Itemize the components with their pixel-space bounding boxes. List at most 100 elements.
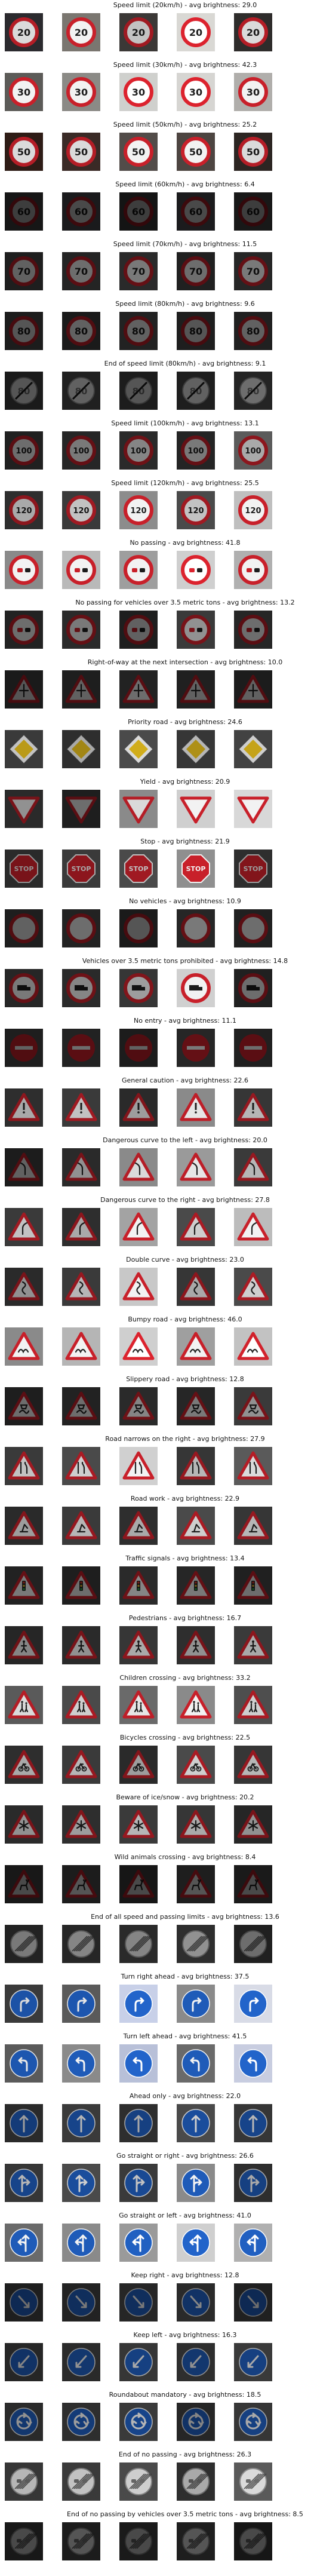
sample-image: 30 — [119, 73, 158, 111]
traffic-sign-thumbnail — [234, 670, 272, 709]
class-title: Speed limit (70km/h) - avg brightness: 1… — [113, 240, 257, 248]
sample-image — [234, 2522, 272, 2560]
traffic-sign-thumbnail — [5, 551, 43, 589]
sample-image — [5, 1805, 43, 1844]
traffic-sign-thumbnail: 20 — [234, 13, 272, 51]
traffic-sign-thumbnail — [119, 2462, 158, 2501]
traffic-sign-thumbnail — [177, 1626, 215, 1664]
sample-image: 20 — [177, 13, 215, 51]
traffic-sign-thumbnail — [234, 1925, 272, 1963]
traffic-sign-thumbnail — [5, 1985, 43, 2023]
sample-image — [62, 1925, 100, 1963]
traffic-sign-thumbnail: 60 — [5, 192, 43, 231]
svg-text:STOP: STOP — [14, 865, 34, 873]
traffic-sign-thumbnail: 50 — [62, 133, 100, 171]
sample-image — [177, 1387, 215, 1425]
sample-image — [177, 1148, 215, 1186]
traffic-sign-thumbnail — [119, 2224, 158, 2262]
traffic-sign-thumbnail: 80 — [5, 312, 43, 350]
traffic-sign-thumbnail — [62, 2283, 100, 2322]
sample-image — [5, 1626, 43, 1664]
svg-text:30: 30 — [17, 87, 30, 98]
svg-text:50: 50 — [189, 146, 202, 158]
sample-image — [119, 551, 158, 589]
traffic-sign-thumbnail: 50 — [5, 133, 43, 171]
sample-image — [119, 1865, 158, 1903]
sample-image — [62, 2044, 100, 2083]
traffic-sign-thumbnail — [119, 2522, 158, 2560]
traffic-sign-thumbnail — [177, 2044, 215, 2083]
sample-image — [119, 2403, 158, 2441]
traffic-sign-thumbnail — [119, 790, 158, 828]
svg-text:20: 20 — [17, 27, 30, 38]
sample-image — [5, 790, 43, 828]
traffic-sign-thumbnail — [177, 1268, 215, 1306]
traffic-sign-thumbnail — [5, 969, 43, 1007]
sample-image — [5, 2224, 43, 2262]
traffic-sign-thumbnail: 50 — [119, 133, 158, 171]
svg-text:80: 80 — [247, 326, 260, 337]
traffic-sign-thumbnail: 70 — [234, 252, 272, 290]
class-title: Pedestrians - avg brightness: 16.7 — [128, 1614, 242, 1622]
class-row: Speed limit (60km/h) - avg brightness: 6… — [0, 179, 314, 239]
traffic-sign-thumbnail — [234, 730, 272, 768]
sample-image — [177, 1447, 215, 1485]
traffic-sign-thumbnail — [177, 1148, 215, 1186]
sample-image — [62, 670, 100, 709]
traffic-sign-thumbnail — [5, 1865, 43, 1903]
sample-image — [119, 969, 158, 1007]
traffic-sign-thumbnail — [5, 790, 43, 828]
traffic-sign-thumbnail — [177, 1686, 215, 1724]
class-title: Children crossing - avg brightness: 33.2 — [119, 1674, 251, 1682]
traffic-sign-thumbnail: 60 — [234, 192, 272, 231]
sample-image: 20 — [119, 13, 158, 51]
sample-image: 70 — [119, 252, 158, 290]
sample-image — [5, 1447, 43, 1485]
sample-image — [234, 2164, 272, 2202]
traffic-sign-thumbnail — [234, 1029, 272, 1067]
sample-image: 60 — [5, 192, 43, 231]
traffic-sign-thumbnail — [177, 2104, 215, 2142]
traffic-sign-thumbnail — [5, 2403, 43, 2441]
traffic-sign-thumbnail — [177, 2224, 215, 2262]
traffic-sign-thumbnail — [5, 1327, 43, 1366]
sample-image — [62, 1447, 100, 1485]
traffic-sign-thumbnail — [5, 2283, 43, 2322]
sample-image — [177, 1746, 215, 1784]
traffic-sign-thumbnail — [62, 1268, 100, 1306]
svg-text:60: 60 — [132, 206, 145, 217]
sample-image: STOP — [177, 850, 215, 888]
traffic-sign-thumbnail: 80 — [119, 312, 158, 350]
traffic-sign-thumbnail — [234, 2044, 272, 2083]
sample-image — [177, 2044, 215, 2083]
traffic-sign-thumbnail — [177, 2462, 215, 2501]
class-row: No entry - avg brightness: 11.1 — [0, 1016, 314, 1075]
sample-image — [177, 2403, 215, 2441]
class-row: Ahead only - avg brightness: 22.0 — [0, 2091, 314, 2151]
svg-text:30: 30 — [247, 87, 260, 98]
class-title: Speed limit (80km/h) - avg brightness: 9… — [115, 300, 255, 308]
sample-image: 70 — [177, 252, 215, 290]
traffic-sign-thumbnail: 100 — [119, 431, 158, 470]
sample-image — [119, 1268, 158, 1306]
class-row: Go straight or left - avg brightness: 41… — [0, 2210, 314, 2270]
traffic-sign-thumbnail: STOP — [62, 850, 100, 888]
sample-image — [234, 2104, 272, 2142]
sample-image — [177, 790, 215, 828]
traffic-sign-thumbnail — [62, 670, 100, 709]
class-row: Turn left ahead - avg brightness: 41.5 — [0, 2031, 314, 2091]
traffic-sign-thumbnail: 30 — [5, 73, 43, 111]
sample-image — [177, 2462, 215, 2501]
sample-image — [119, 1447, 158, 1485]
sample-image — [119, 1148, 158, 1186]
sample-image — [119, 2522, 158, 2560]
svg-text:50: 50 — [247, 146, 260, 158]
traffic-sign-thumbnail — [119, 2104, 158, 2142]
sample-image — [62, 1148, 100, 1186]
class-row: Children crossing - avg brightness: 33.2 — [0, 1673, 314, 1732]
sample-image — [5, 1208, 43, 1246]
sample-image — [119, 1985, 158, 2023]
sample-image — [234, 1148, 272, 1186]
sample-image — [62, 2522, 100, 2560]
sample-image — [5, 551, 43, 589]
